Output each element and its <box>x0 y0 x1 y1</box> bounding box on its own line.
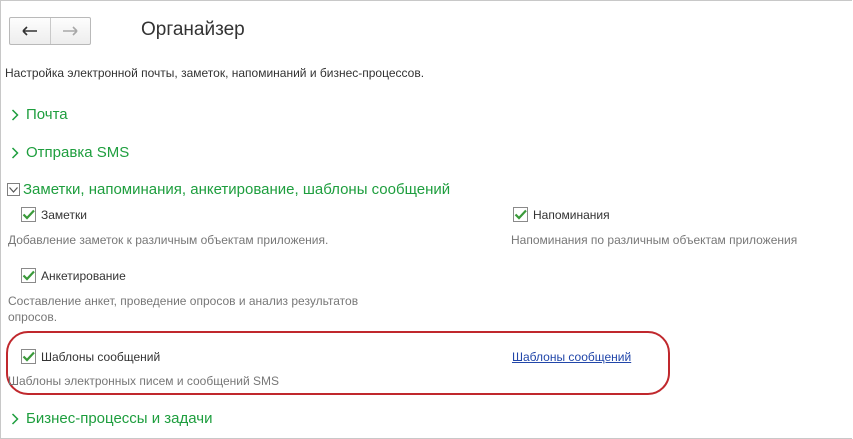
reminders-option[interactable]: Напоминания <box>513 207 610 222</box>
navigation-buttons <box>9 17 91 45</box>
templates-option-label: Шаблоны сообщений <box>41 349 161 364</box>
page-subtitle: Настройка электронной почты, заметок, на… <box>5 66 425 80</box>
section-sms[interactable]: Отправка SMS <box>8 144 129 161</box>
templates-description: Шаблоны электронных писем и сообщений SM… <box>8 374 280 388</box>
section-notes-label: Заметки, напоминания, анкетирование, шаб… <box>23 181 451 198</box>
arrow-right-icon <box>63 26 78 36</box>
survey-description-line2: опросов. <box>8 310 58 324</box>
templates-checkbox[interactable] <box>21 349 36 364</box>
notes-option[interactable]: Заметки <box>21 207 87 222</box>
section-sms-label: Отправка SMS <box>26 144 130 161</box>
back-button[interactable] <box>10 18 50 44</box>
chevron-down-icon <box>7 183 20 196</box>
survey-option[interactable]: Анкетирование <box>21 268 126 283</box>
checkmark-icon <box>22 270 35 281</box>
section-mail-label: Почта <box>26 106 68 123</box>
arrow-left-icon <box>22 26 37 36</box>
checkmark-icon <box>22 351 35 362</box>
reminders-checkbox[interactable] <box>513 207 528 222</box>
reminders-option-label: Напоминания <box>533 207 610 222</box>
page-title: Органайзер <box>141 19 245 40</box>
checkmark-icon <box>514 209 527 220</box>
section-business-processes-label: Бизнес-процессы и задачи <box>26 410 213 427</box>
templates-link[interactable]: Шаблоны сообщений <box>512 350 631 364</box>
templates-option[interactable]: Шаблоны сообщений <box>21 349 160 364</box>
notes-option-label: Заметки <box>41 207 87 222</box>
notes-description: Добавление заметок к различным объектам … <box>8 233 329 247</box>
survey-checkbox[interactable] <box>21 268 36 283</box>
forward-button[interactable] <box>49 18 91 44</box>
section-mail[interactable]: Почта <box>8 106 68 123</box>
chevron-right-icon <box>8 108 22 122</box>
notes-checkbox[interactable] <box>21 207 36 222</box>
checkmark-icon <box>22 209 35 220</box>
chevron-right-icon <box>8 146 22 160</box>
survey-description-line1: Составление анкет, проведение опросов и … <box>8 294 359 308</box>
reminders-description: Напоминания по различным объектам прилож… <box>511 233 798 247</box>
section-notes[interactable]: Заметки, напоминания, анкетирование, шаб… <box>7 181 450 198</box>
section-business-processes[interactable]: Бизнес-процессы и задачи <box>8 410 212 427</box>
survey-option-label: Анкетирование <box>41 268 126 283</box>
chevron-right-icon <box>8 412 22 426</box>
